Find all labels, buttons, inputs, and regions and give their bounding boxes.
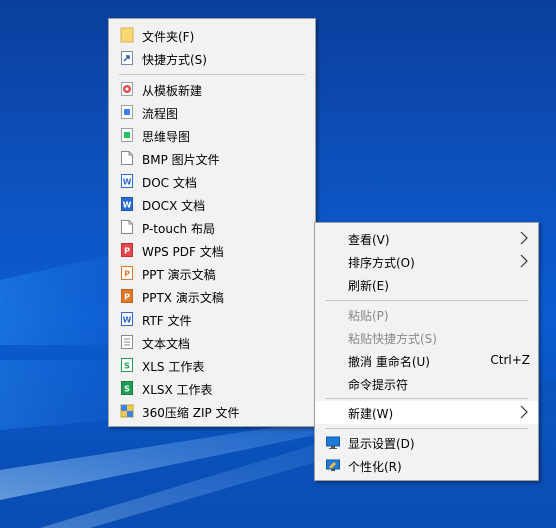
pdf-icon: P: [121, 243, 133, 257]
submenu-item-label: RTF 文件: [142, 314, 192, 328]
submenu-item-label: 文件夹(F): [142, 30, 195, 44]
text-file-icon: [121, 335, 133, 349]
menu-item-view[interactable]: 查看(V): [315, 227, 538, 250]
submenu-item-label: WPS PDF 文档: [142, 245, 224, 259]
menu-item-label: 查看(V): [348, 233, 390, 247]
word-doc-icon: W: [121, 312, 133, 326]
menu-item-label: 排序方式(O): [348, 256, 415, 270]
menu-item-new[interactable]: 新建(W): [315, 401, 538, 424]
submenu-item-docx[interactable]: W DOCX 文档: [109, 193, 315, 216]
menu-item-label: 个性化(R): [348, 460, 402, 474]
menu-separator: [325, 300, 528, 301]
spreadsheet-icon: S: [121, 381, 133, 395]
submenu-item-xlsx[interactable]: S XLSX 工作表: [109, 377, 315, 400]
chevron-right-icon: [520, 405, 528, 419]
display-settings-icon: [326, 436, 340, 449]
menu-item-undo-rename[interactable]: 撤消 重命名(U) Ctrl+Z: [315, 349, 538, 372]
submenu-item-bmp[interactable]: BMP 图片文件: [109, 147, 315, 170]
svg-text:P: P: [124, 293, 130, 302]
spreadsheet-icon: S: [121, 358, 133, 372]
menu-item-label: 粘贴快捷方式(S): [348, 332, 437, 346]
svg-text:S: S: [124, 362, 130, 371]
menu-separator: [325, 398, 528, 399]
submenu-item-ptouch[interactable]: P-touch 布局: [109, 216, 315, 239]
submenu-item-label: PPT 演示文稿: [142, 268, 216, 282]
zip-archive-icon: [120, 404, 134, 418]
submenu-item-label: XLS 工作表: [142, 360, 205, 374]
svg-text:P: P: [124, 270, 130, 279]
flowchart-icon: [121, 105, 133, 119]
menu-item-label: 新建(W): [348, 407, 394, 421]
submenu-item-flowchart[interactable]: 流程图: [109, 101, 315, 124]
submenu-item-xls[interactable]: S XLS 工作表: [109, 354, 315, 377]
menu-item-label: 撤消 重命名(U): [348, 355, 430, 369]
submenu-item-folder[interactable]: 文件夹(F): [109, 24, 315, 47]
shortcut-icon: [121, 51, 133, 65]
blank-file-icon: [121, 220, 133, 234]
word-doc-icon: W: [121, 197, 133, 211]
menu-item-paste[interactable]: 粘贴(P): [315, 303, 538, 326]
submenu-item-label: DOCX 文档: [142, 199, 206, 213]
new-submenu: 文件夹(F) 快捷方式(S) 从模板新建 流程图 思维导图 BMP 图片文件 W…: [108, 18, 316, 427]
personalize-icon: [326, 459, 340, 471]
menu-item-label: 命令提示符: [348, 378, 409, 392]
submenu-item-label: PPTX 演示文稿: [142, 291, 224, 305]
folder-icon: [120, 27, 134, 43]
submenu-item-pdf[interactable]: P WPS PDF 文档: [109, 239, 315, 262]
word-doc-icon: W: [121, 174, 133, 188]
svg-text:W: W: [123, 178, 132, 187]
submenu-item-pptx[interactable]: P PPTX 演示文稿: [109, 285, 315, 308]
menu-item-paste-shortcut[interactable]: 粘贴快捷方式(S): [315, 326, 538, 349]
menu-item-display-settings[interactable]: 显示设置(D): [315, 431, 538, 454]
submenu-item-label: 360压缩 ZIP 文件: [142, 406, 240, 420]
chevron-right-icon: [520, 231, 528, 245]
menu-item-sort-by[interactable]: 排序方式(O): [315, 250, 538, 273]
submenu-item-label: 从模板新建: [142, 84, 203, 98]
svg-text:W: W: [123, 316, 132, 325]
submenu-item-label: BMP 图片文件: [142, 153, 220, 167]
template-icon: [121, 82, 133, 96]
submenu-item-label: 流程图: [142, 107, 179, 121]
ppt-icon: P: [121, 266, 133, 280]
submenu-item-doc[interactable]: W DOC 文档: [109, 170, 315, 193]
submenu-item-ppt[interactable]: P PPT 演示文稿: [109, 262, 315, 285]
submenu-item-shortcut[interactable]: 快捷方式(S): [109, 47, 315, 70]
submenu-item-label: XLSX 工作表: [142, 383, 213, 397]
menu-item-refresh[interactable]: 刷新(E): [315, 273, 538, 296]
shortcut-hint: Ctrl+Z: [490, 353, 530, 367]
mindmap-icon: [121, 128, 133, 142]
desktop-context-menu: 查看(V) 排序方式(O) 刷新(E) 粘贴(P) 粘贴快捷方式(S) 撤消 重…: [314, 222, 539, 481]
submenu-item-from-template[interactable]: 从模板新建: [109, 78, 315, 101]
submenu-item-mindmap[interactable]: 思维导图: [109, 124, 315, 147]
submenu-item-rtf[interactable]: W RTF 文件: [109, 308, 315, 331]
submenu-item-label: 思维导图: [142, 130, 191, 144]
blank-file-icon: [121, 151, 133, 165]
menu-separator: [119, 74, 305, 75]
menu-item-command-prompt[interactable]: 命令提示符: [315, 372, 538, 395]
submenu-item-label: 文本文档: [142, 337, 191, 351]
menu-item-label: 刷新(E): [348, 279, 389, 293]
svg-text:S: S: [124, 385, 130, 394]
menu-item-label: 粘贴(P): [348, 309, 389, 323]
menu-item-personalize[interactable]: 个性化(R): [315, 454, 538, 477]
chevron-right-icon: [520, 254, 528, 268]
svg-text:W: W: [123, 201, 132, 210]
submenu-item-text[interactable]: 文本文档: [109, 331, 315, 354]
submenu-item-label: DOC 文档: [142, 176, 197, 190]
menu-item-label: 显示设置(D): [348, 437, 415, 451]
menu-separator: [325, 428, 528, 429]
submenu-item-label: 快捷方式(S): [142, 53, 207, 67]
svg-text:P: P: [124, 247, 130, 256]
submenu-item-zip[interactable]: 360压缩 ZIP 文件: [109, 400, 315, 423]
ppt-icon: P: [121, 289, 133, 303]
submenu-item-label: P-touch 布局: [142, 222, 215, 236]
